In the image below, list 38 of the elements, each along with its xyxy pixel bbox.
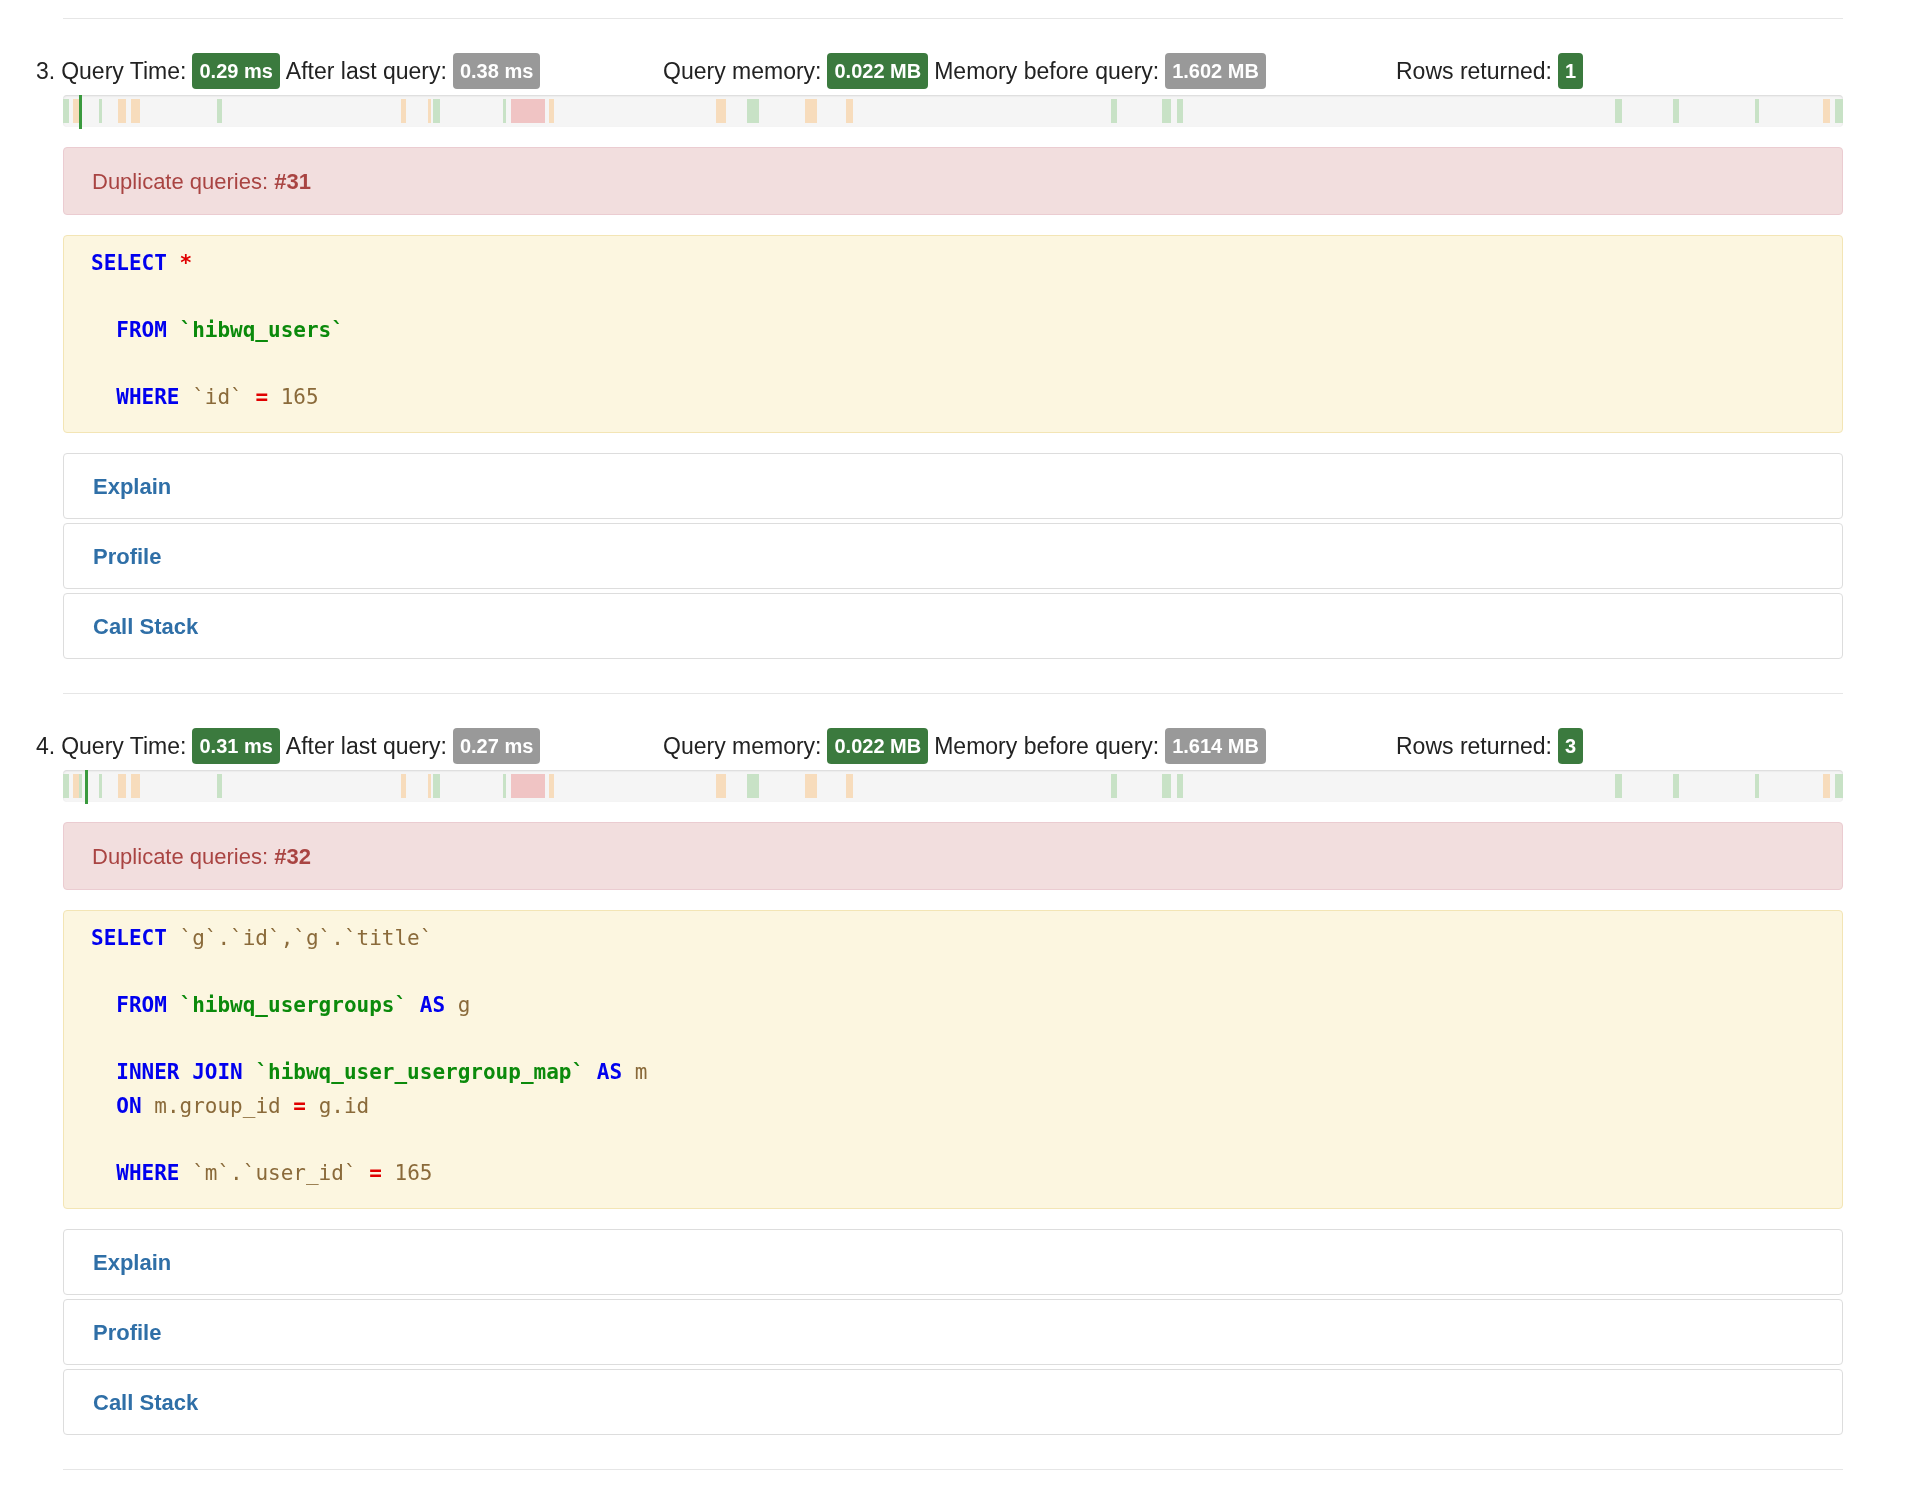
label: Query Time: xyxy=(61,731,187,761)
badge: 0.38 ms xyxy=(452,53,541,89)
label: Rows returned: xyxy=(1396,731,1552,761)
badge: 0.022 MB xyxy=(827,728,929,764)
expand-link[interactable]: Explain xyxy=(63,1229,1843,1295)
badge: 0.31 ms xyxy=(192,728,280,764)
alert-text: Duplicate queries: #31 xyxy=(92,167,311,196)
expand-link[interactable]: Explain xyxy=(63,453,1843,519)
expand-link[interactable]: Call Stack xyxy=(63,1369,1843,1435)
alert-text: Duplicate queries: #32 xyxy=(92,842,311,871)
code-line: WHERE `id` = 165 xyxy=(115,384,320,411)
label: After last query: xyxy=(285,731,447,761)
label: Memory before query: xyxy=(934,731,1160,761)
label: Query memory: xyxy=(663,731,822,761)
badge: 1.614 MB xyxy=(1165,728,1266,764)
expand-link[interactable]: Call Stack xyxy=(63,593,1843,659)
label: Rows returned: xyxy=(1396,56,1552,86)
code-line: SELECT `g`.`id`,`g`.`title` xyxy=(91,925,434,952)
code-line: SELECT * xyxy=(91,250,194,277)
label: Memory before query: xyxy=(934,56,1160,86)
badge: 0.29 ms xyxy=(192,53,280,89)
label: Query Time: xyxy=(61,56,187,86)
query-number: 3. xyxy=(36,56,56,86)
code-line: FROM `hibwq_users` xyxy=(115,317,345,344)
badge: 0.022 MB xyxy=(827,53,929,89)
label: Query memory: xyxy=(663,56,822,86)
expand-link[interactable]: Profile xyxy=(63,523,1843,589)
code-line: FROM `hibwq_usergroups` AS g xyxy=(115,992,472,1019)
code-line: INNER JOIN `hibwq_user_usergroup_map` AS m xyxy=(115,1059,649,1086)
code-line: ON m.group_id = g.id xyxy=(115,1093,371,1120)
query-number: 4. xyxy=(36,731,56,761)
expand-link[interactable]: Profile xyxy=(63,1299,1843,1365)
badge: 3 xyxy=(1557,728,1584,764)
badge: 0.27 ms xyxy=(452,728,541,764)
badge: 1 xyxy=(1557,53,1584,89)
badge: 1.602 MB xyxy=(1165,53,1266,89)
code-line: WHERE `m`.`user_id` = 165 xyxy=(115,1160,434,1187)
label: After last query: xyxy=(285,56,447,86)
